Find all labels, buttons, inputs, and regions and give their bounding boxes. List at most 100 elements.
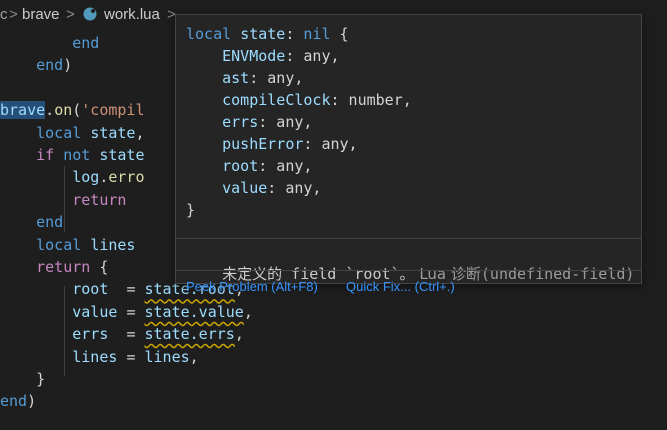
code-token: errs bbox=[222, 113, 259, 131]
code-token: not bbox=[63, 146, 91, 164]
code-token: local bbox=[186, 25, 232, 43]
breadcrumb-truncated: c bbox=[0, 6, 8, 23]
hover-widget: local state: nil { ENVMode: any, ast: an… bbox=[175, 14, 642, 294]
signature-line: ENVMode: any, bbox=[186, 45, 412, 67]
code-token: root bbox=[222, 157, 259, 175]
code-token: compileClock bbox=[222, 91, 331, 109]
code-token: root bbox=[72, 280, 109, 299]
breadcrumb-file[interactable]: work.lua bbox=[104, 6, 160, 23]
hover-signature: local state: nil { ENVMode: any, ast: an… bbox=[186, 23, 412, 221]
code-token: , bbox=[234, 325, 244, 344]
signature-line: pushError: any, bbox=[186, 133, 412, 155]
code-token: 'compil bbox=[81, 101, 145, 120]
code-token: { bbox=[330, 25, 349, 43]
code-token: ) bbox=[63, 56, 73, 75]
code-token: : any, bbox=[285, 47, 340, 65]
code-line[interactable]: end) bbox=[0, 390, 667, 412]
code-token: nil bbox=[303, 25, 331, 43]
lua-file-icon bbox=[83, 7, 97, 21]
signature-line: compileClock: number, bbox=[186, 89, 412, 111]
hover-divider bbox=[176, 238, 641, 239]
code-token: = bbox=[126, 347, 145, 366]
code-token: } bbox=[186, 201, 196, 219]
peek-problem-link[interactable]: Peek Problem (Alt+F8) bbox=[186, 279, 318, 294]
code-token: ) bbox=[27, 392, 37, 411]
signature-line: ast: any, bbox=[186, 67, 412, 89]
code-token: local bbox=[36, 123, 82, 142]
code-token: = bbox=[126, 302, 145, 321]
code-line[interactable]: } bbox=[0, 368, 667, 390]
code-token: : any, bbox=[303, 135, 358, 153]
code-token: brave bbox=[0, 101, 46, 120]
code-token: pushError bbox=[222, 135, 304, 153]
signature-line: local state: nil { bbox=[186, 23, 412, 45]
code-token: . bbox=[45, 101, 55, 120]
breadcrumb-folder[interactable]: brave bbox=[22, 6, 60, 23]
signature-line: value: any, bbox=[186, 177, 412, 199]
code-token: erro bbox=[108, 168, 145, 187]
code-token: state bbox=[90, 123, 136, 142]
quick-fix-link[interactable]: Quick Fix... (Ctrl+.) bbox=[346, 279, 455, 294]
code-line[interactable]: lines = lines, bbox=[0, 346, 667, 368]
chevron-right-icon: > bbox=[9, 6, 18, 23]
code-token: value bbox=[72, 302, 118, 321]
code-token: { bbox=[99, 258, 109, 276]
code-token: state bbox=[240, 25, 286, 43]
hover-status-bar: Peek Problem (Alt+F8) Quick Fix... (Ctrl… bbox=[176, 271, 641, 299]
code-token: state.errs bbox=[144, 325, 235, 344]
code-token: lines bbox=[90, 235, 136, 254]
code-token: return bbox=[36, 258, 91, 276]
code-token: errs bbox=[72, 325, 109, 344]
chevron-right-icon: > bbox=[66, 6, 75, 23]
signature-line: errs: any, bbox=[186, 111, 412, 133]
code-token: local bbox=[36, 235, 82, 254]
code-token: = bbox=[126, 325, 145, 344]
code-token: log bbox=[72, 168, 100, 187]
code-token: , bbox=[135, 123, 145, 142]
code-token: } bbox=[36, 370, 46, 388]
code-token: : any, bbox=[258, 113, 313, 131]
code-token: : number, bbox=[330, 91, 412, 109]
signature-line: } bbox=[186, 199, 412, 221]
code-token: end bbox=[36, 56, 64, 75]
code-token: : any, bbox=[258, 157, 313, 175]
code-token: = bbox=[126, 280, 145, 299]
code-line[interactable]: errs = state.errs, bbox=[0, 323, 667, 345]
code-token: if bbox=[36, 146, 55, 164]
code-token: on bbox=[54, 101, 73, 120]
signature-line: root: any, bbox=[186, 155, 412, 177]
code-token: end bbox=[36, 213, 64, 232]
code-token: return bbox=[72, 190, 127, 209]
code-token: end bbox=[0, 392, 28, 411]
code-token: : bbox=[285, 25, 304, 43]
code-token: end bbox=[72, 34, 100, 52]
code-token: state bbox=[99, 146, 145, 164]
code-token: , bbox=[189, 347, 199, 366]
code-token: value bbox=[222, 179, 268, 197]
